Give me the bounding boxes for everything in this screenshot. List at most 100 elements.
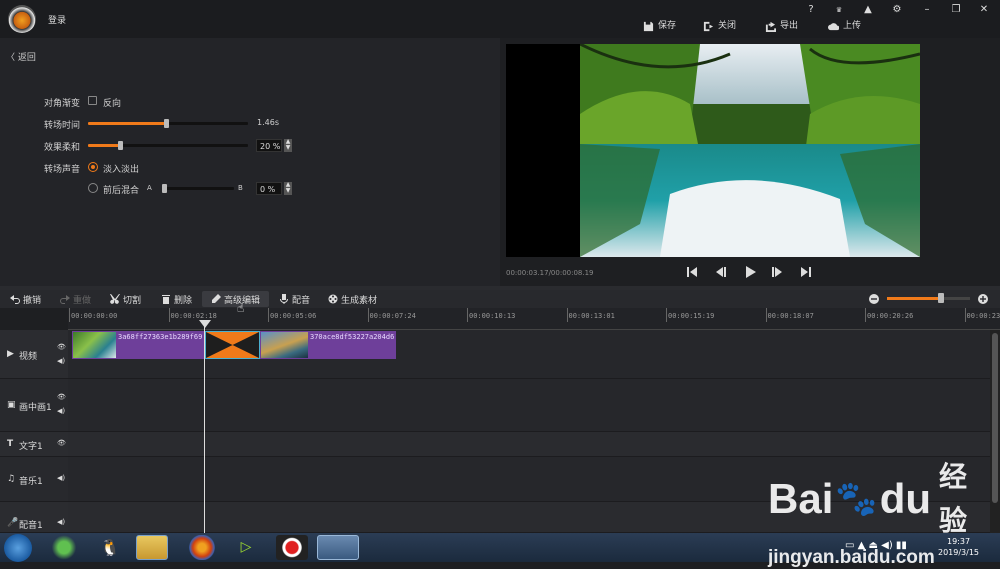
microphone-icon: 🎤	[7, 518, 18, 528]
close-project-button[interactable]: 关闭	[703, 19, 736, 33]
mix-stepper[interactable]: ▲▼	[284, 182, 292, 195]
back-button[interactable]: 〈 返回	[6, 50, 36, 63]
taskbar-explorer-icon[interactable]	[136, 535, 168, 560]
video-track-label: 视频	[19, 349, 37, 362]
duration-slider-handle[interactable]	[164, 119, 169, 128]
music-note-icon: ♫	[7, 474, 15, 484]
prev-frame-button[interactable]	[712, 264, 728, 280]
ruler-tick	[865, 308, 866, 322]
export-button[interactable]: 导出	[765, 19, 798, 33]
mix-slider[interactable]	[162, 187, 234, 190]
reverse-label: 反向	[103, 96, 121, 109]
watermark-cn: 经验	[939, 455, 978, 543]
playhead-line[interactable]	[204, 322, 205, 533]
dub-button[interactable]: 配音	[279, 290, 310, 308]
taskbar-editor-icon[interactable]	[317, 535, 359, 560]
zoom-in-button[interactable]	[978, 290, 988, 308]
track-head-text: T 文字1 👁	[0, 432, 68, 457]
play-icon	[742, 264, 758, 280]
speaker-icon[interactable]: ◀)	[57, 357, 65, 365]
mix-slider-handle[interactable]	[162, 184, 167, 193]
close-icon[interactable]: ✕	[975, 3, 993, 17]
next-frame-button[interactable]	[770, 264, 786, 280]
duration-slider-fill	[88, 122, 166, 125]
save-button[interactable]: 保存	[643, 19, 676, 33]
track-head-music: ♫ 音乐1 ◀)	[0, 457, 68, 502]
gear-icon[interactable]: ⚙	[888, 3, 906, 17]
transition-block[interactable]	[205, 331, 260, 359]
eye-icon[interactable]: 👁	[57, 343, 66, 351]
cut-button[interactable]: 切割	[110, 290, 141, 308]
vip-icon[interactable]: ♛	[830, 3, 848, 17]
login-link[interactable]: 登录	[48, 13, 66, 26]
next-frame-icon	[770, 264, 786, 280]
upload-label: 上传	[843, 19, 861, 33]
taskbar-recorder-icon[interactable]	[276, 535, 308, 560]
taskbar-player-icon[interactable]: ▷	[230, 535, 262, 560]
reverse-checkbox[interactable]	[88, 96, 97, 105]
help-icon[interactable]: ?	[802, 3, 820, 17]
skip-start-button[interactable]	[684, 264, 700, 280]
maximize-icon[interactable]: ❐	[947, 3, 965, 17]
timeline-scroll-thumb[interactable]	[992, 333, 998, 503]
mix-input[interactable]: 0 %	[256, 182, 282, 195]
eye-icon[interactable]: 👁	[57, 393, 66, 401]
advanced-edit-button[interactable]: 高级编辑	[211, 290, 260, 308]
ruler-label: 00:00:13:01	[569, 312, 615, 320]
softness-stepper[interactable]: ▲▼	[284, 139, 292, 152]
zoom-in-icon	[978, 294, 988, 304]
transition-icon	[206, 332, 259, 358]
watermark-brand: Bai	[768, 477, 833, 521]
bell-icon[interactable]: ▲	[859, 3, 877, 17]
ruler-tick	[467, 308, 468, 322]
voice-track-label: 配音1	[19, 518, 43, 531]
softness-input[interactable]: 20 %	[256, 139, 282, 152]
text-track[interactable]	[68, 432, 990, 457]
undo-label: 撤销	[23, 293, 41, 306]
taskbar-360-icon[interactable]	[48, 535, 80, 560]
ruler-tick	[268, 308, 269, 322]
mix-label: 前后混合	[103, 183, 139, 196]
film-reel-icon	[328, 294, 338, 304]
microphone-icon	[279, 294, 289, 304]
ruler-tick	[567, 308, 568, 322]
redo-button[interactable]: 重做	[60, 290, 91, 308]
baidu-watermark: Bai 🐾 du 经验 jingyan.baidu.com	[768, 455, 978, 545]
fade-radio[interactable]	[88, 162, 98, 172]
save-label: 保存	[658, 19, 676, 33]
taskbar-qq-icon[interactable]: 🐧	[94, 535, 126, 560]
watermark-brand2: du	[880, 477, 931, 521]
zoom-out-icon	[869, 294, 879, 304]
mix-b-label: B	[238, 184, 243, 192]
pip-track[interactable]	[68, 379, 990, 432]
zoom-slider-handle[interactable]	[938, 293, 944, 303]
generate-label: 生成素材	[341, 293, 377, 306]
paw-icon: 🐾	[835, 477, 877, 521]
undo-icon	[10, 294, 20, 304]
diagonal-label: 对角渐变	[44, 96, 80, 109]
close-label: 关闭	[718, 19, 736, 33]
upload-button[interactable]: 上传	[828, 19, 861, 33]
playhead-handle[interactable]	[199, 320, 211, 328]
play-button[interactable]	[742, 264, 758, 280]
dub-label: 配音	[292, 293, 310, 306]
skip-end-button[interactable]	[798, 264, 814, 280]
taskbar-firefox-icon[interactable]	[186, 535, 218, 560]
zoom-out-button[interactable]	[869, 290, 879, 308]
start-button[interactable]	[4, 534, 32, 562]
skip-start-icon	[684, 264, 700, 280]
speaker-icon[interactable]: ◀)	[57, 518, 65, 526]
generate-material-button[interactable]: 生成素材	[328, 290, 377, 308]
minimize-icon[interactable]: –	[918, 3, 936, 17]
eye-icon[interactable]: 👁	[57, 439, 66, 447]
mix-radio[interactable]	[88, 183, 98, 193]
undo-button[interactable]: 撤销	[10, 290, 41, 308]
ruler-label: 00:00:00:00	[71, 312, 117, 320]
delete-button[interactable]: 删除	[161, 290, 192, 308]
watermark-url: jingyan.baidu.com	[768, 547, 978, 569]
softness-slider-handle[interactable]	[118, 141, 123, 150]
speaker-icon[interactable]: ◀)	[57, 474, 65, 482]
speaker-icon[interactable]: ◀)	[57, 407, 65, 415]
softness-label: 效果柔和	[44, 140, 80, 153]
zoom-slider-fill	[887, 297, 941, 300]
